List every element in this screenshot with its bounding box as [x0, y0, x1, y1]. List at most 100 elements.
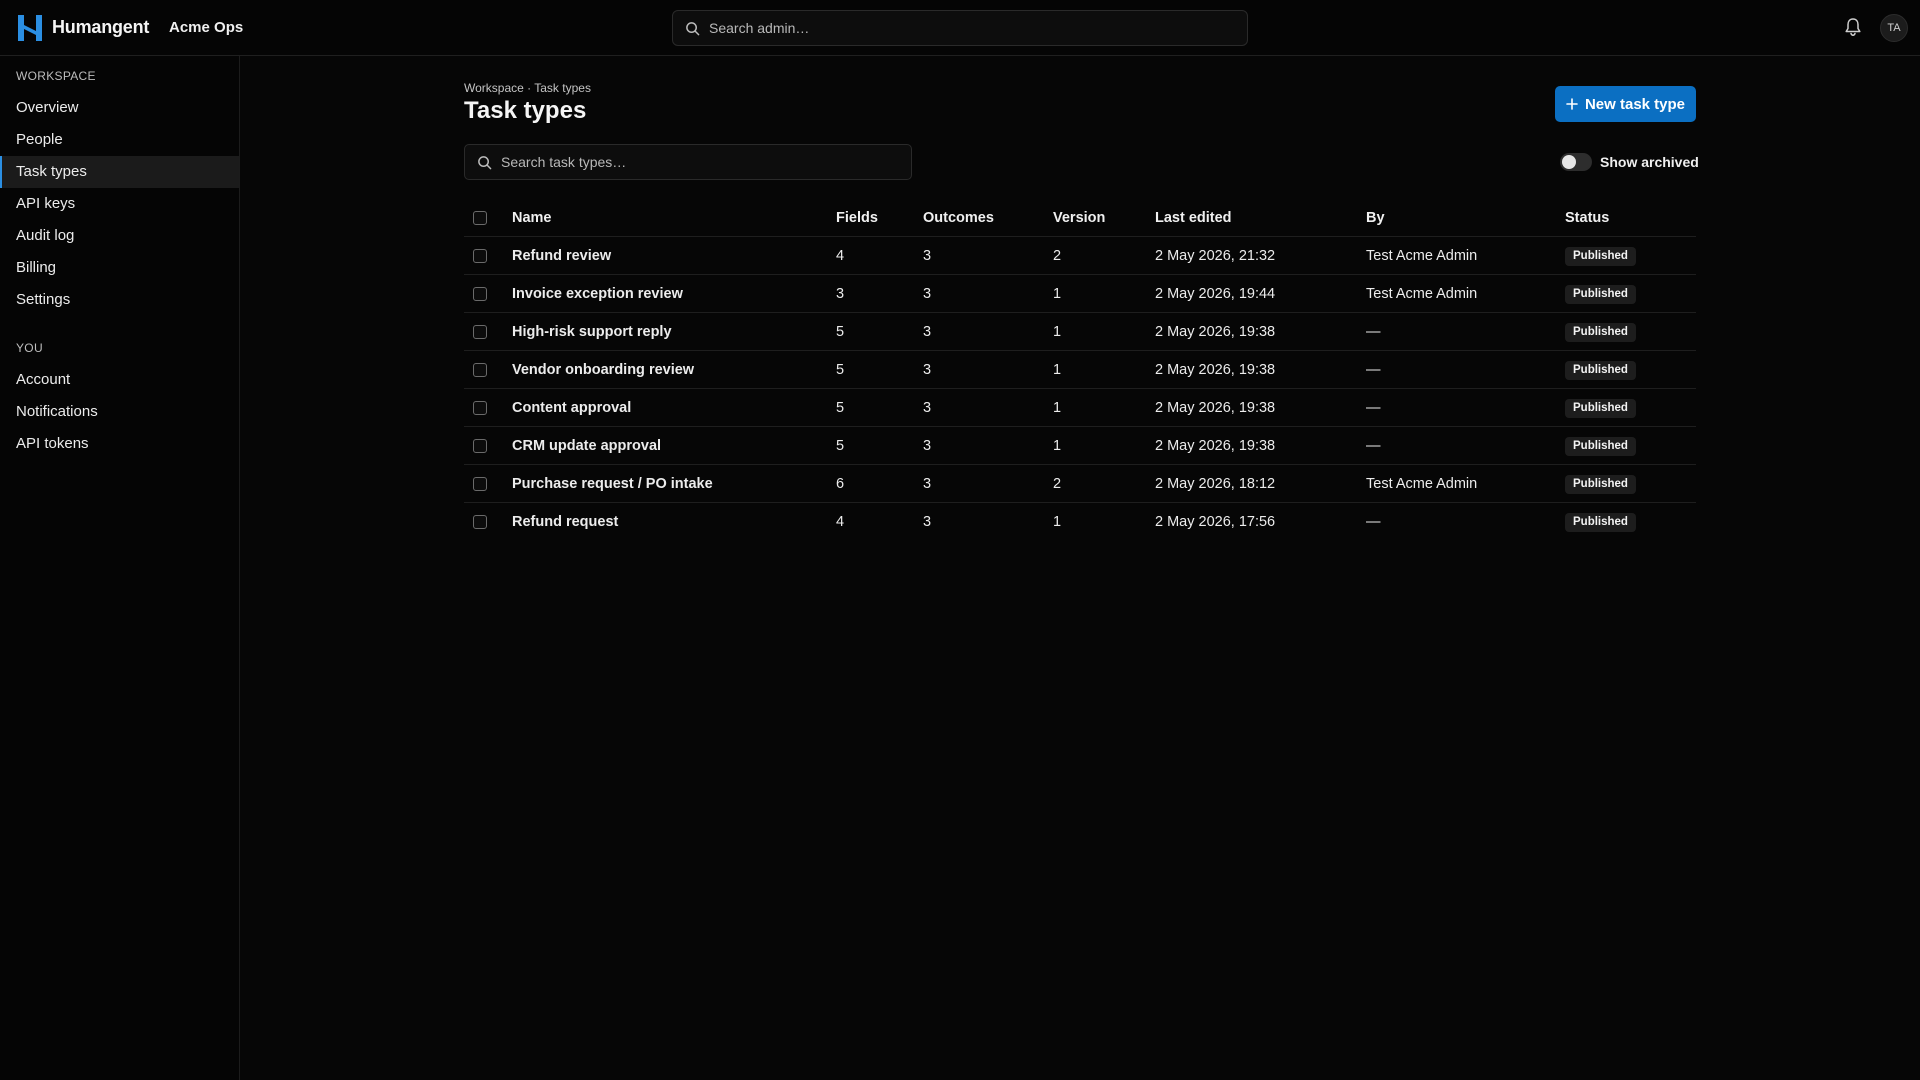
column-header-fields[interactable]: Fields	[836, 199, 878, 237]
status-cell: Published	[1565, 503, 1636, 541]
version-number: 1	[1053, 400, 1062, 416]
outcomes-count: 3	[923, 324, 932, 340]
task-type-name[interactable]: High-risk support reply	[512, 313, 672, 351]
outcomes-count: 3	[923, 286, 932, 302]
org-switcher[interactable]: Acme Ops	[169, 19, 243, 36]
search-icon	[478, 156, 492, 170]
task-types-table: Name Fields Outcomes Version Last edited…	[464, 199, 1696, 541]
task-type-name[interactable]: Refund request	[512, 503, 618, 541]
sidebar-item-audit-log[interactable]: Audit log	[0, 220, 239, 252]
search-icon	[686, 22, 700, 36]
task-type-name[interactable]: Purchase request / PO intake	[512, 465, 713, 503]
outcomes-count: 3	[923, 362, 932, 378]
task-type-name[interactable]: Invoice exception review	[512, 275, 683, 313]
plus-icon	[1566, 98, 1578, 110]
version-number: 2	[1053, 476, 1062, 492]
task-type-name[interactable]: Vendor onboarding review	[512, 351, 694, 389]
table-row[interactable]: Purchase request / PO intake 6 3 2 2 May…	[464, 465, 1696, 503]
status-cell: Published	[1565, 427, 1636, 465]
column-header-version[interactable]: Version	[1053, 199, 1105, 237]
sidebar-item-billing[interactable]: Billing	[0, 252, 239, 284]
table-row[interactable]: Invoice exception review 3 3 1 2 May 202…	[464, 275, 1696, 313]
last-edited: 2 May 2026, 19:44	[1155, 286, 1276, 302]
status-badge: Published	[1565, 512, 1636, 532]
show-archived-label[interactable]: Show archived	[1600, 154, 1699, 170]
row-checkbox[interactable]	[473, 439, 487, 453]
last-edited: 2 May 2026, 21:32	[1155, 248, 1276, 264]
status-badge: Published	[1565, 284, 1636, 304]
column-header-last-edited[interactable]: Last edited	[1155, 199, 1232, 237]
task-type-name[interactable]: Content approval	[512, 389, 631, 427]
new-task-type-button[interactable]: New task type	[1555, 86, 1696, 122]
row-checkbox[interactable]	[473, 325, 487, 339]
column-header-by[interactable]: By	[1366, 199, 1385, 237]
status-cell: Published	[1565, 351, 1636, 389]
sidebar-item-people[interactable]: People	[0, 124, 239, 156]
status-cell: Published	[1565, 313, 1636, 351]
sidebar-item-api-tokens[interactable]: API tokens	[0, 428, 239, 460]
last-edited: 2 May 2026, 19:38	[1155, 324, 1276, 340]
outcomes-count: 3	[923, 514, 932, 530]
sidebar-item-task-types[interactable]: Task types	[0, 156, 239, 188]
sidebar-item-account[interactable]: Account	[0, 364, 239, 396]
table-row[interactable]: High-risk support reply 5 3 1 2 May 2026…	[464, 313, 1696, 351]
sidebar-section-workspace: WORKSPACE	[16, 69, 96, 83]
last-edited: 2 May 2026, 18:12	[1155, 476, 1276, 492]
edited-by: Test Acme Admin	[1366, 476, 1478, 492]
last-edited: 2 May 2026, 17:56	[1155, 514, 1276, 530]
last-edited: 2 May 2026, 19:38	[1155, 362, 1276, 378]
sidebar: WORKSPACE Overview People Task types API…	[0, 56, 240, 1080]
show-archived-toggle[interactable]	[1560, 153, 1592, 171]
row-checkbox[interactable]	[473, 249, 487, 263]
row-checkbox[interactable]	[473, 363, 487, 377]
version-number: 1	[1053, 362, 1062, 378]
sidebar-section-you: YOU	[16, 341, 43, 355]
row-checkbox[interactable]	[473, 477, 487, 491]
sidebar-item-overview[interactable]: Overview	[0, 92, 239, 124]
table-row[interactable]: Vendor onboarding review 5 3 1 2 May 202…	[464, 351, 1696, 389]
status-cell: Published	[1565, 389, 1636, 427]
status-badge: Published	[1565, 398, 1636, 418]
version-number: 2	[1053, 248, 1062, 264]
edited-by: —	[1366, 324, 1381, 340]
column-header-outcomes[interactable]: Outcomes	[923, 199, 994, 237]
edited-by: —	[1366, 362, 1381, 378]
status-badge: Published	[1565, 322, 1636, 342]
fields-count: 5	[836, 438, 845, 454]
breadcrumb: Workspace · Task types	[464, 81, 591, 95]
brand-name[interactable]: Humangent	[52, 17, 149, 38]
edited-by: Test Acme Admin	[1366, 248, 1478, 264]
status-badge: Published	[1565, 436, 1636, 456]
fields-count: 4	[836, 514, 845, 530]
status-cell: Published	[1565, 275, 1636, 313]
column-header-status[interactable]: Status	[1565, 199, 1609, 237]
task-type-name[interactable]: CRM update approval	[512, 427, 661, 465]
status-cell: Published	[1565, 237, 1636, 275]
task-type-search[interactable]	[464, 144, 912, 180]
top-bar: Humangent Acme Ops TA	[0, 0, 1920, 56]
row-checkbox[interactable]	[473, 287, 487, 301]
edited-by: Test Acme Admin	[1366, 286, 1478, 302]
row-checkbox[interactable]	[473, 401, 487, 415]
avatar[interactable]: TA	[1880, 14, 1908, 42]
fields-count: 5	[836, 324, 845, 340]
fields-count: 6	[836, 476, 845, 492]
table-row[interactable]: Content approval 5 3 1 2 May 2026, 19:38…	[464, 389, 1696, 427]
sidebar-item-api-keys[interactable]: API keys	[0, 188, 239, 220]
global-search[interactable]	[672, 10, 1248, 46]
bell-icon[interactable]	[1844, 17, 1862, 37]
sidebar-item-settings[interactable]: Settings	[0, 284, 239, 316]
column-header-name[interactable]: Name	[512, 199, 552, 237]
row-checkbox[interactable]	[473, 515, 487, 529]
task-type-search-input[interactable]	[501, 145, 901, 179]
table-row[interactable]: Refund review 4 3 2 2 May 2026, 21:32 Te…	[464, 237, 1696, 275]
humangent-logo-icon[interactable]	[18, 15, 42, 41]
global-search-input[interactable]	[709, 11, 1229, 45]
version-number: 1	[1053, 324, 1062, 340]
version-number: 1	[1053, 438, 1062, 454]
table-row[interactable]: Refund request 4 3 1 2 May 2026, 17:56 —…	[464, 503, 1696, 541]
sidebar-item-notifications[interactable]: Notifications	[0, 396, 239, 428]
select-all-checkbox[interactable]	[473, 211, 487, 225]
task-type-name[interactable]: Refund review	[512, 237, 611, 275]
table-row[interactable]: CRM update approval 5 3 1 2 May 2026, 19…	[464, 427, 1696, 465]
